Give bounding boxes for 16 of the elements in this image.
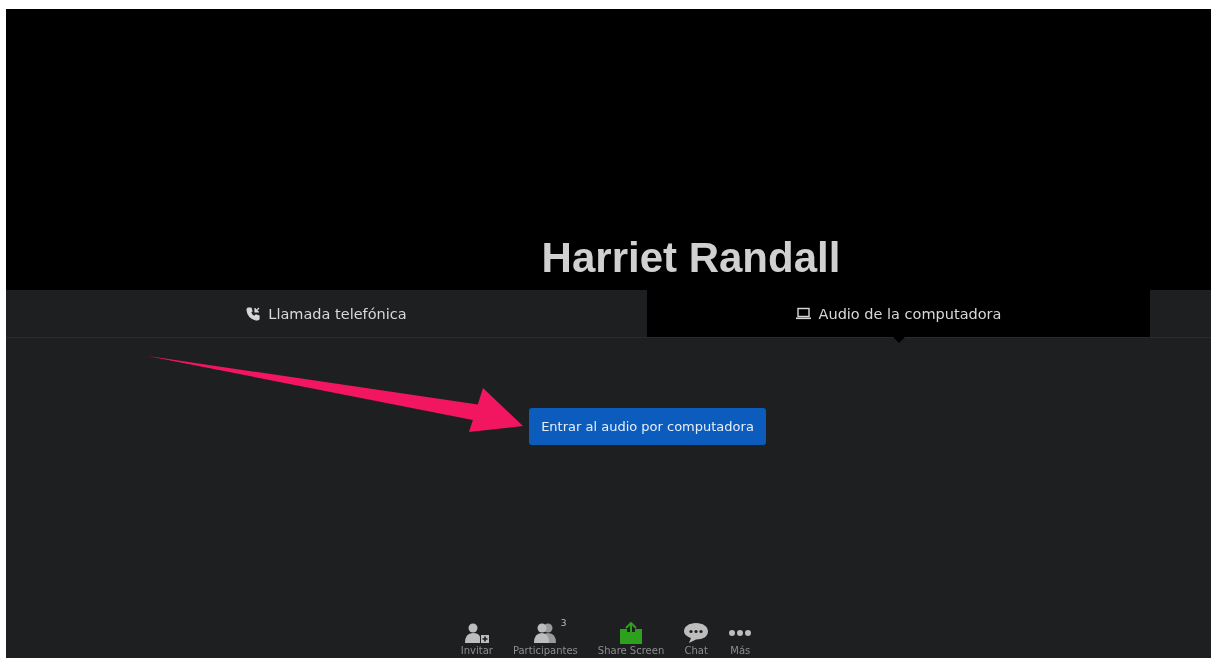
toolbar-button[interactable]: Invitar — [456, 622, 497, 656]
participant-name: Harriet Randall — [540, 234, 841, 283]
toolbar-button[interactable]: Chat — [680, 622, 713, 656]
people-icon — [533, 623, 558, 643]
tab-pointer — [892, 337, 905, 343]
toolbar-button[interactable]: Más — [724, 622, 757, 656]
join-audio-button[interactable]: Entrar al audio por computadora — [529, 408, 766, 445]
phone-icon — [246, 306, 261, 321]
audio-tab[interactable]: Audio de la computadora — [647, 290, 1150, 337]
share-screen-icon — [620, 622, 642, 644]
participant-count: 3 — [560, 618, 567, 628]
chat-icon — [684, 622, 709, 644]
laptop-icon — [795, 307, 811, 320]
toolbar-button[interactable]: Share Screen — [593, 622, 669, 656]
more-icon — [728, 629, 753, 637]
add-person-icon — [464, 623, 489, 643]
